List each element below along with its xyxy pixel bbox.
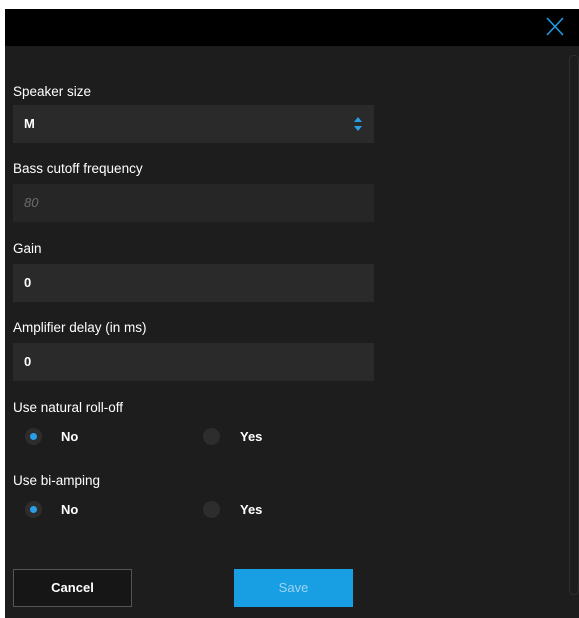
speaker-size-label: Speaker size (13, 84, 92, 99)
cancel-button[interactable]: Cancel (13, 569, 132, 607)
bass-cutoff-input[interactable]: 80 (13, 184, 374, 222)
gain-label: Gain (13, 241, 42, 256)
bi-amping-no-label[interactable]: No (61, 502, 78, 518)
bass-cutoff-label: Bass cutoff frequency (13, 161, 143, 176)
speaker-size-select[interactable]: M (13, 105, 374, 143)
bi-amping-label: Use bi-amping (13, 473, 101, 488)
dialog-titlebar (5, 9, 579, 46)
close-x-icon (546, 17, 564, 36)
natural-rolloff-no-label[interactable]: No (61, 429, 78, 445)
amp-delay-value: 0 (24, 354, 32, 369)
speaker-size-value: M (24, 116, 35, 131)
natural-rolloff-label: Use natural roll-off (13, 400, 124, 415)
close-button[interactable] (543, 15, 567, 39)
amp-delay-input[interactable]: 0 (13, 343, 374, 381)
natural-rolloff-yes-label[interactable]: Yes (240, 429, 262, 445)
up-down-arrows-icon (354, 117, 362, 131)
bass-cutoff-placeholder: 80 (24, 195, 39, 210)
amp-delay-label: Amplifier delay (in ms) (13, 320, 147, 335)
gain-value: 0 (24, 275, 32, 290)
save-button[interactable]: Save (234, 569, 353, 607)
bi-amping-yes-radio[interactable] (203, 501, 220, 518)
scrollbar-track[interactable] (569, 55, 579, 595)
speaker-settings-dialog: Speaker size M Bass cutoff frequency 80 … (5, 9, 579, 618)
bi-amping-yes-label[interactable]: Yes (240, 502, 262, 518)
gain-input[interactable]: 0 (13, 264, 374, 302)
bi-amping-no-radio[interactable] (25, 501, 42, 518)
natural-rolloff-no-radio[interactable] (25, 428, 42, 445)
natural-rolloff-yes-radio[interactable] (203, 428, 220, 445)
